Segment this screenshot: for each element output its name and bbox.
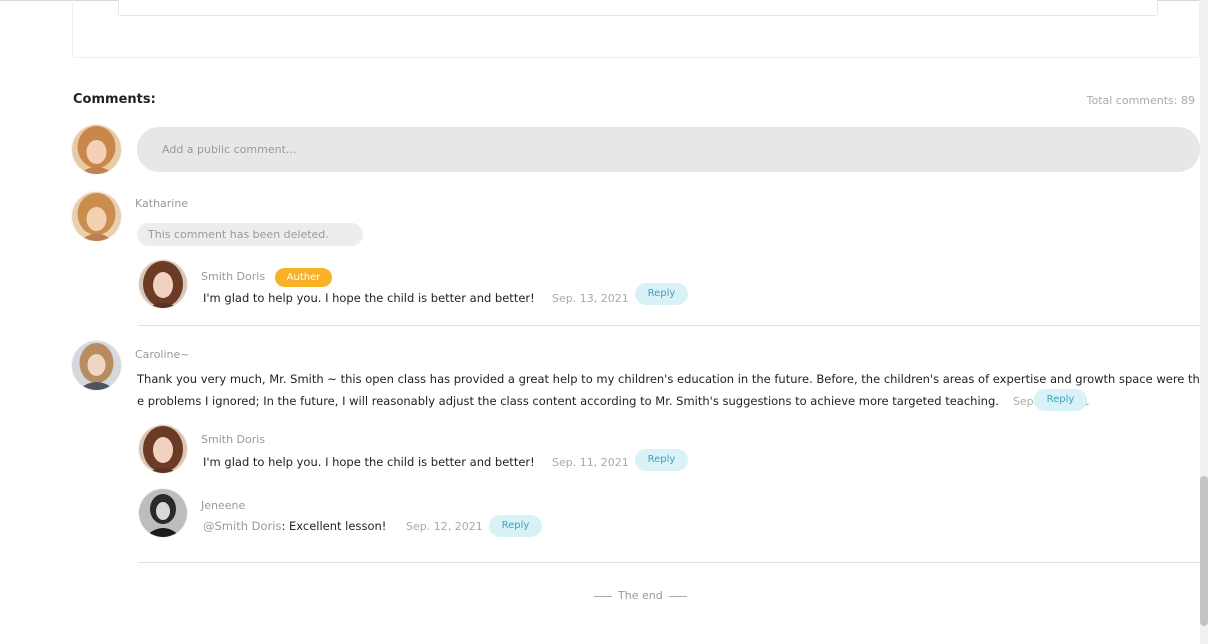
reply-button[interactable]: Reply (635, 449, 688, 471)
reply-button[interactable]: Reply (489, 515, 542, 537)
reply-text: I'm glad to help you. I hope the child i… (203, 455, 535, 469)
caroline-name: Caroline~ (135, 348, 190, 361)
reply-date: Sep. 11, 2021 (552, 456, 629, 469)
total-comments-count: Total comments: 89 (1086, 94, 1195, 107)
reply-date: Sep. 12, 2021 (406, 520, 483, 533)
jeneene-comment-text: : Excellent lesson! (281, 519, 387, 533)
reply-date: Sep. 13, 2021 (552, 292, 629, 305)
reply-button[interactable]: Reply (1034, 389, 1087, 411)
end-dash-left (594, 595, 612, 597)
author-badge: Auther (275, 268, 332, 287)
reply-text: I'm glad to help you. I hope the child i… (203, 291, 535, 305)
smith-doris-name: Smith Doris (201, 270, 266, 283)
katharine-avatar (72, 192, 121, 241)
smith-doris-avatar (139, 425, 187, 473)
jeneene-comment: @Smith Doris: Excellent lesson! (203, 519, 386, 533)
mention-link[interactable]: @Smith Doris (203, 519, 281, 533)
reply-button[interactable]: Reply (635, 283, 688, 305)
jeneene-avatar (139, 489, 187, 537)
smith-doris-name: Smith Doris (201, 433, 266, 446)
comments-heading: Comments: (73, 92, 156, 107)
current-user-avatar (72, 125, 121, 174)
vertical-scrollbar[interactable] (1200, 0, 1208, 644)
katharine-name: Katharine (135, 197, 189, 210)
deleted-comment-notice: This comment has been deleted. (137, 223, 363, 246)
jeneene-name: Jeneene (201, 499, 246, 512)
add-comment-input[interactable] (137, 127, 1200, 172)
thread-divider (138, 325, 1200, 326)
smith-doris-avatar (139, 260, 187, 308)
caroline-avatar (72, 341, 121, 390)
end-text: The end (618, 589, 663, 602)
thread-divider (138, 562, 1200, 563)
scrollbar-thumb[interactable] (1200, 476, 1208, 626)
end-of-comments: The end (588, 589, 693, 602)
end-dash-right (668, 595, 687, 597)
previous-content-inner-box (118, 0, 1158, 16)
